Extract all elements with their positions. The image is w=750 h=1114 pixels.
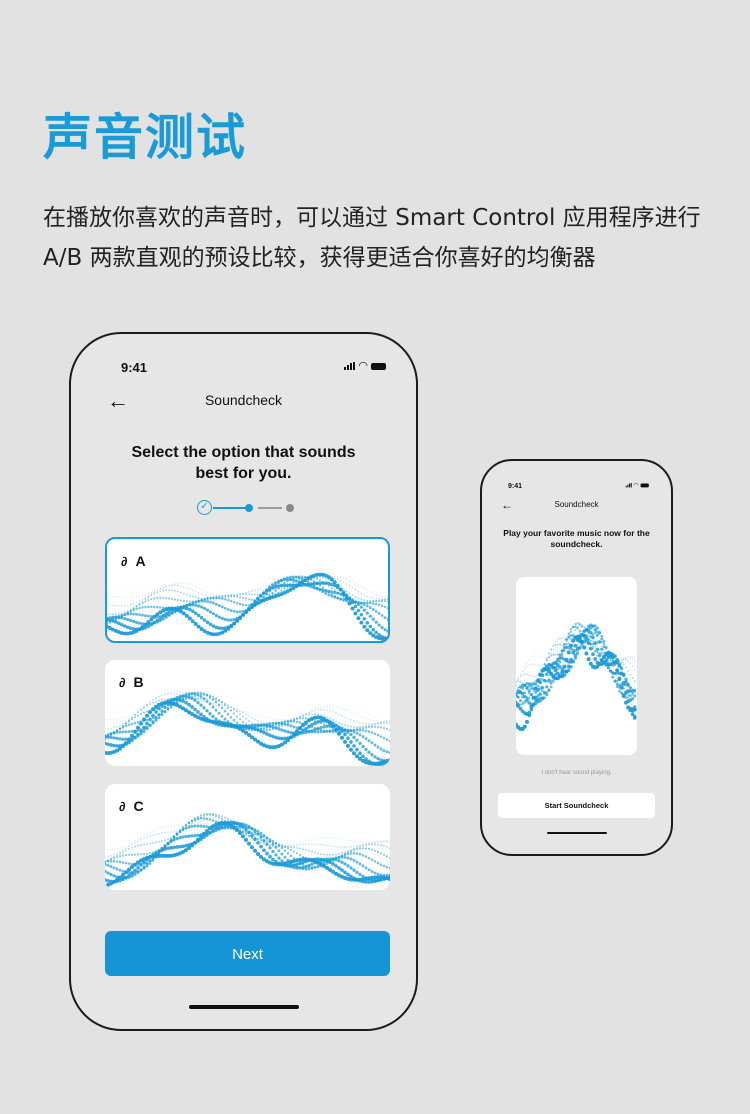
phone-soundcheck-select: 9:41 ◠ ← Soundcheck Select the option th…	[69, 332, 418, 1031]
waveform-graphic	[105, 813, 390, 888]
option-letter: B	[133, 674, 144, 690]
option-letter: C	[133, 798, 144, 814]
battery-icon	[371, 363, 386, 370]
signal-icon	[344, 362, 356, 370]
status-icons: ◠	[344, 360, 386, 372]
page-description: 在播放你喜欢的声音时，可以通过 Smart Control 应用程序进行 A/B…	[43, 205, 701, 271]
option-b-label: ∂ B	[119, 674, 144, 690]
option-a-card[interactable]: ∂ A	[105, 537, 390, 643]
status-time: 9:41	[121, 360, 148, 375]
home-indicator	[188, 1005, 299, 1009]
ear-icon: ∂	[121, 553, 128, 569]
step-complete-check-icon: ✓	[197, 500, 212, 515]
ear-icon: ∂	[119, 674, 126, 690]
waveform-graphic	[105, 690, 390, 766]
signal-icon	[626, 483, 633, 488]
page-title: 声音测试	[43, 109, 248, 166]
option-a-label: ∂ A	[121, 553, 146, 569]
option-c-card[interactable]: ∂ C	[105, 784, 390, 890]
step-pending-dot	[286, 504, 294, 512]
soundcheck-heading: Select the option that sounds best for y…	[131, 444, 356, 482]
option-letter: A	[135, 553, 146, 569]
status-time: 9:41	[508, 483, 523, 490]
step-indicator: ✓	[197, 499, 297, 519]
phone-soundcheck-start: 9:41 ◠ ← Soundcheck Play your favorite m…	[480, 459, 673, 856]
ear-icon: ∂	[119, 798, 126, 814]
waveform-graphic	[107, 572, 388, 641]
step-current-dot	[245, 504, 253, 512]
step-connector-pending	[258, 507, 282, 509]
status-icons: ◠	[626, 481, 649, 489]
no-sound-link[interactable]: I don't hear sound playing.	[482, 770, 671, 776]
home-indicator	[546, 831, 607, 834]
option-c-label: ∂ C	[119, 798, 144, 814]
battery-icon	[640, 483, 649, 488]
wifi-icon: ◠	[358, 360, 368, 372]
wifi-icon: ◠	[633, 481, 640, 489]
waveform-graphic	[516, 622, 637, 731]
next-button[interactable]: Next	[105, 931, 390, 976]
option-b-card[interactable]: ∂ B	[105, 660, 390, 766]
start-soundcheck-button[interactable]: Start Soundcheck	[498, 793, 655, 818]
soundcheck-visual-card	[516, 577, 637, 755]
soundcheck-heading: Play your favorite music now for the sou…	[503, 528, 650, 549]
nav-title: Soundcheck	[554, 500, 599, 509]
nav-title: Soundcheck	[204, 392, 283, 408]
step-connector-done	[213, 507, 245, 509]
